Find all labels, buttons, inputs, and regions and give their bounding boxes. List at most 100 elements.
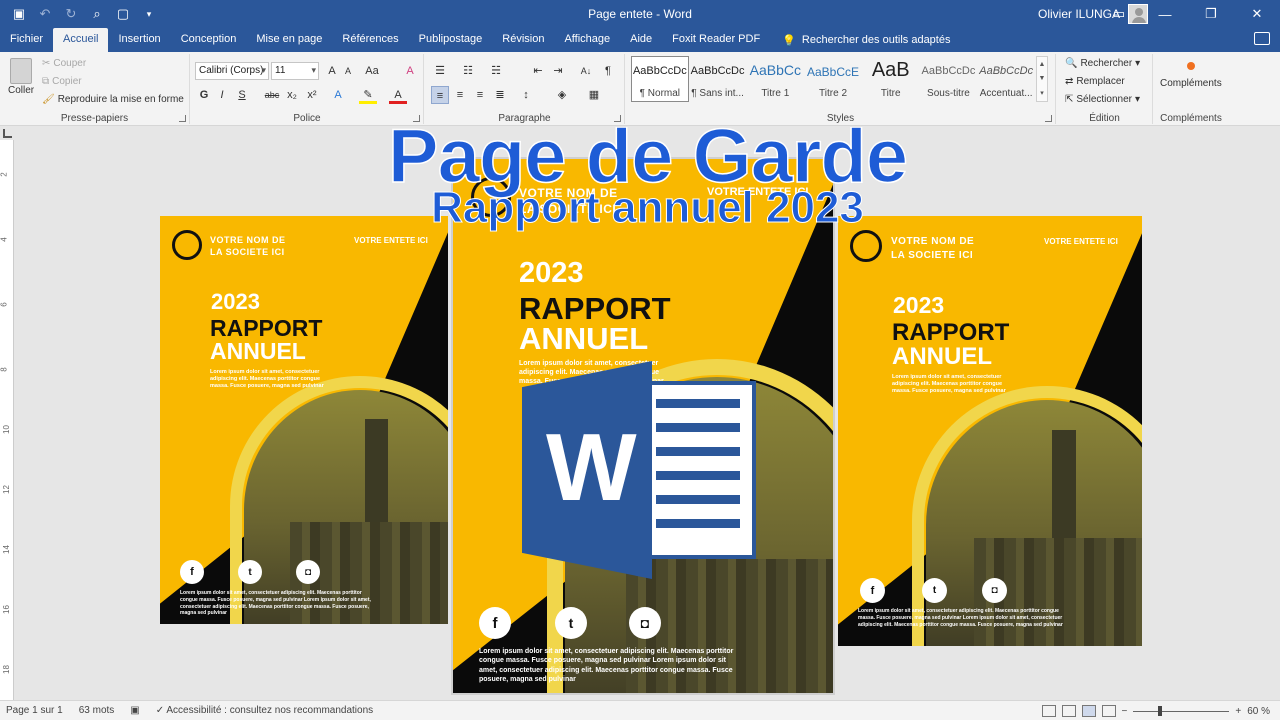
- tab-mise-en-page[interactable]: Mise en page: [246, 28, 332, 52]
- chevron-up-icon[interactable]: ▲: [1039, 61, 1046, 68]
- italic-button[interactable]: I: [213, 86, 231, 104]
- print-layout-icon[interactable]: [1081, 705, 1096, 717]
- tab-selector[interactable]: [3, 129, 12, 138]
- show-marks-icon[interactable]: ¶: [599, 62, 617, 80]
- line-spacing-icon[interactable]: ↕: [517, 86, 535, 104]
- close-icon[interactable]: ✕: [1234, 0, 1280, 28]
- shrink-font-icon[interactable]: A: [339, 62, 357, 80]
- restore-icon[interactable]: ❐: [1188, 0, 1234, 28]
- document-canvas[interactable]: VOTRE NOM DE LA SOCIETE ICI VOTRE ENTETE…: [15, 127, 1280, 700]
- tab-fichier[interactable]: Fichier: [0, 28, 53, 52]
- style-title[interactable]: AaB Titre: [862, 56, 920, 102]
- tab-foxit[interactable]: Foxit Reader PDF: [662, 28, 770, 52]
- undo-icon[interactable]: ↶: [34, 3, 56, 25]
- tab-insertion[interactable]: Insertion: [108, 28, 170, 52]
- accessibility-status[interactable]: ✓ Accessibilité : consultez nos recomman…: [150, 705, 383, 716]
- align-right-icon[interactable]: ≡: [471, 86, 489, 104]
- style-normal[interactable]: AaBbCcDc ¶ Normal: [631, 56, 689, 102]
- zoom-out-icon[interactable]: −: [1122, 706, 1128, 717]
- copy-button[interactable]: ⧉ Copier: [42, 76, 82, 87]
- minimize-icon[interactable]: —: [1142, 0, 1188, 28]
- tab-conception[interactable]: Conception: [171, 28, 247, 52]
- font-size-combo[interactable]: 11: [271, 62, 319, 80]
- dialog-launcher-icon[interactable]: [413, 115, 420, 122]
- highlight-icon[interactable]: ✎: [359, 86, 377, 104]
- proofing-icon[interactable]: ▣: [124, 705, 149, 716]
- cover-title-annuel: ANNUEL: [210, 338, 306, 364]
- increase-indent-icon[interactable]: ⇥: [549, 62, 567, 80]
- multilevel-list-icon[interactable]: ☵: [487, 62, 505, 80]
- tab-references[interactable]: Références: [332, 28, 408, 52]
- read-mode-icon[interactable]: [1061, 705, 1076, 717]
- tab-publipostage[interactable]: Publipostage: [409, 28, 493, 52]
- strikethrough-button[interactable]: abc: [263, 86, 281, 104]
- page-count[interactable]: Page 1 sur 1: [0, 705, 73, 716]
- style-gallery: AaBbCcDc ¶ Normal AaBbCcDc ¶ Sans int...…: [631, 56, 1035, 102]
- clear-format-icon[interactable]: A: [401, 62, 419, 80]
- cut-button[interactable]: ✂ Couper: [42, 58, 86, 69]
- borders-icon[interactable]: ▦: [585, 86, 603, 104]
- customize-icon[interactable]: ▾: [138, 3, 160, 25]
- tab-accueil[interactable]: Accueil: [53, 28, 109, 52]
- print-preview-icon[interactable]: ⌕: [86, 3, 108, 25]
- style-heading-2[interactable]: AaBbCcE Titre 2: [804, 56, 862, 102]
- chevron-down-icon[interactable]: ▼: [1039, 75, 1046, 82]
- numbering-icon[interactable]: ☷: [459, 62, 477, 80]
- align-left-icon[interactable]: ≡: [431, 86, 449, 104]
- paste-button[interactable]: Coller: [8, 58, 34, 96]
- web-layout-icon[interactable]: [1101, 705, 1116, 717]
- save-icon[interactable]: ▣: [8, 3, 30, 25]
- style-preview: AaBbCcDc: [690, 65, 745, 77]
- bold-button[interactable]: G: [195, 86, 213, 104]
- replace-button[interactable]: ⇄ Remplacer: [1065, 76, 1125, 87]
- more-icon[interactable]: ▾: [1040, 89, 1044, 97]
- tab-revision[interactable]: Révision: [492, 28, 554, 52]
- style-heading-1[interactable]: AaBbCc Titre 1: [746, 56, 804, 102]
- font-color-icon[interactable]: A: [389, 86, 407, 104]
- redo-icon[interactable]: ↻: [60, 3, 82, 25]
- style-subtitle[interactable]: AaBbCcDc Sous-titre: [920, 56, 978, 102]
- superscript-button[interactable]: x²: [303, 86, 321, 104]
- format-painter-button[interactable]: 🖌 Reproduire la mise en forme: [42, 94, 184, 105]
- sort-icon[interactable]: A↓: [577, 62, 595, 80]
- style-no-spacing[interactable]: AaBbCcDc ¶ Sans int...: [689, 56, 747, 102]
- company-logo-icon: [850, 230, 882, 262]
- comments-icon[interactable]: [1254, 32, 1270, 45]
- underline-button[interactable]: S: [233, 86, 251, 104]
- font-name-combo[interactable]: Calibri (Corps): [195, 62, 269, 80]
- addins-button[interactable]: Compléments: [1160, 62, 1222, 89]
- bullets-icon[interactable]: ☰: [431, 62, 449, 80]
- word-count[interactable]: 63 mots: [73, 705, 125, 716]
- justify-icon[interactable]: ≣: [491, 86, 509, 104]
- word-logo-line: [656, 447, 740, 456]
- find-button[interactable]: 🔍 Rechercher ▾: [1065, 58, 1140, 69]
- dialog-launcher-icon[interactable]: [1045, 115, 1052, 122]
- clipboard-icon: [10, 58, 33, 84]
- shading-icon[interactable]: ◈: [553, 86, 571, 104]
- tab-affichage[interactable]: Affichage: [554, 28, 620, 52]
- dialog-launcher-icon[interactable]: [179, 115, 186, 122]
- vertical-ruler[interactable]: 2 4 6 8 10 12 14 16 18: [0, 140, 14, 700]
- select-button[interactable]: ⇱ Sélectionner ▾: [1065, 94, 1140, 105]
- focus-mode-icon[interactable]: [1041, 705, 1056, 717]
- zoom-slider-thumb[interactable]: [1158, 705, 1163, 716]
- cover-intro: Lorem ipsum dolor sit amet, consectetuer…: [892, 374, 1006, 395]
- ribbon-display-icon[interactable]: ▭: [1096, 0, 1142, 28]
- group-label: Compléments: [1160, 113, 1222, 124]
- align-center-icon[interactable]: ≡: [451, 86, 469, 104]
- tab-aide[interactable]: Aide: [620, 28, 662, 52]
- tell-me-box[interactable]: 💡 Rechercher des outils adaptés: [770, 28, 950, 52]
- style-emphasis[interactable]: AaBbCcDc Accentuat...: [977, 56, 1035, 102]
- dialog-launcher-icon[interactable]: [614, 115, 621, 122]
- accessibility-icon: ✓: [155, 705, 165, 716]
- change-case-icon[interactable]: Aa: [363, 62, 381, 80]
- brush-icon: 🖌: [42, 94, 55, 105]
- zoom-level[interactable]: 60 %: [1247, 706, 1270, 717]
- style-gallery-scroll[interactable]: ▲ ▼ ▾: [1036, 56, 1048, 102]
- text-effects-icon[interactable]: A: [329, 86, 347, 104]
- decrease-indent-icon[interactable]: ⇤: [529, 62, 547, 80]
- new-doc-icon[interactable]: ▢: [112, 3, 134, 25]
- zoom-in-icon[interactable]: +: [1235, 706, 1241, 717]
- subscript-button[interactable]: x₂: [283, 86, 301, 104]
- zoom-slider[interactable]: [1133, 705, 1230, 716]
